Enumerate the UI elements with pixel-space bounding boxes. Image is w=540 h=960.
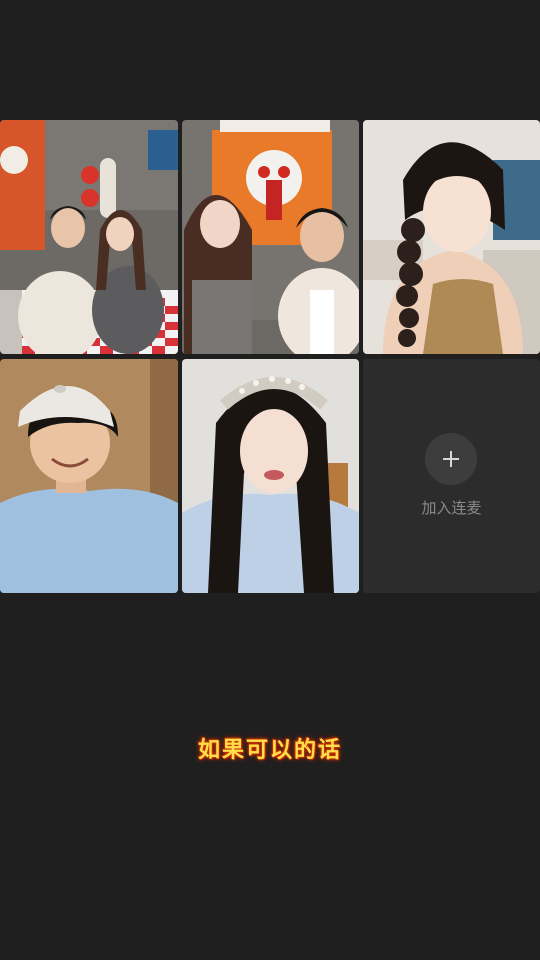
- video-feed-3: [363, 120, 540, 354]
- video-feed-5: [182, 359, 359, 593]
- video-tile-3[interactable]: [363, 120, 540, 354]
- video-tile-1[interactable]: [0, 120, 178, 354]
- video-tile-2[interactable]: [182, 120, 359, 354]
- video-tile-5[interactable]: [182, 359, 359, 593]
- join-co-host-label: 加入连麦: [421, 499, 482, 517]
- join-co-host-button[interactable]: [425, 433, 477, 485]
- join-co-host-slot[interactable]: 加入连麦: [363, 359, 540, 593]
- video-feed-4: [0, 359, 178, 593]
- plus-icon: [443, 451, 459, 467]
- live-subtitle: 如果可以的话: [197, 738, 342, 763]
- video-feed-2: [182, 120, 359, 354]
- co-host-grid: 加入连麦: [0, 120, 540, 593]
- video-tile-4[interactable]: [0, 359, 178, 593]
- video-feed-1: [0, 120, 178, 354]
